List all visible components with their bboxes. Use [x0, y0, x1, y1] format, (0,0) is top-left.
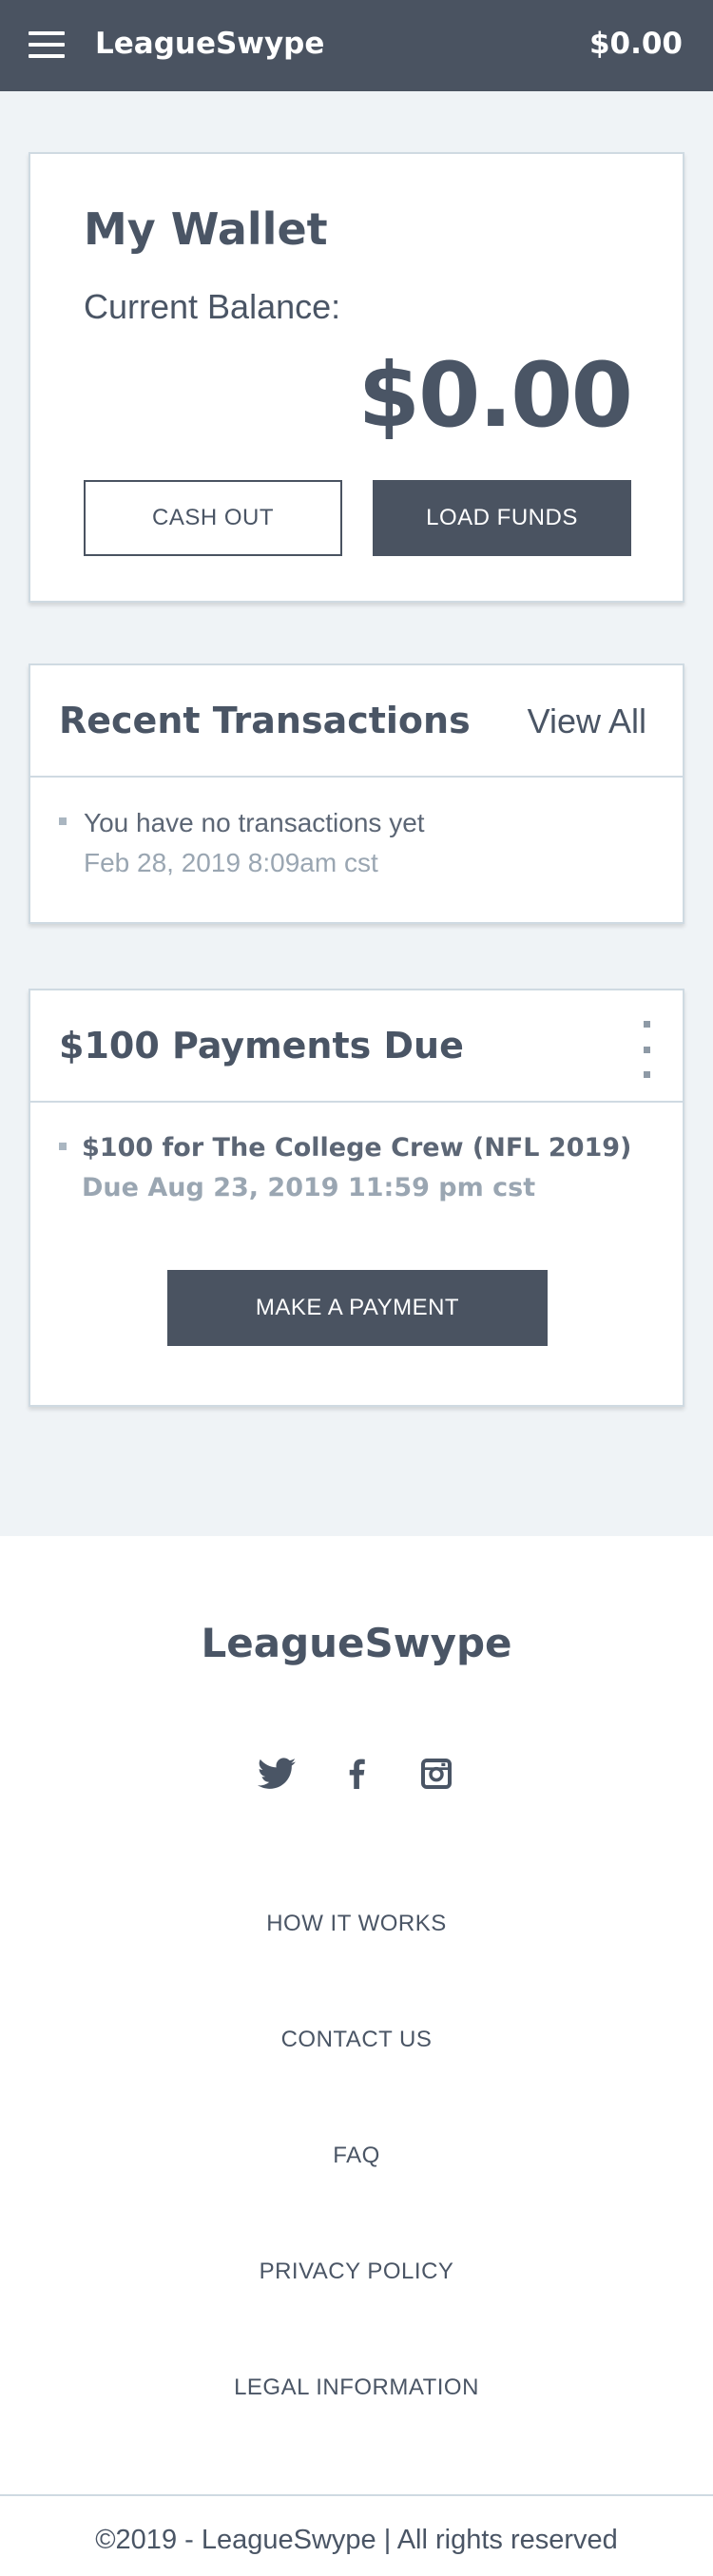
navbar-brand[interactable]: LeagueSwype — [95, 27, 324, 61]
footer-link-how-it-works[interactable]: HOW IT WORKS — [0, 1911, 713, 1937]
transactions-header: Recent Transactions View All — [30, 665, 683, 778]
payments-header: $100 Payments Due — [30, 990, 683, 1103]
more-options-icon[interactable] — [637, 1021, 656, 1078]
header-balance[interactable]: $0.00 — [589, 27, 683, 61]
social-links — [0, 1755, 713, 1793]
footer: LeagueSwype HOW IT WORKS CONTACT US FAQ … — [0, 1536, 713, 2576]
payments-title: $100 Payments Due — [59, 1025, 464, 1067]
footer-link-privacy-policy[interactable]: PRIVACY POLICY — [0, 2259, 713, 2285]
facebook-icon[interactable] — [336, 1755, 377, 1793]
footer-brand[interactable]: LeagueSwype — [0, 1620, 713, 1666]
view-all-link[interactable]: View All — [528, 702, 646, 741]
transaction-item-text: You have no transactions yet — [84, 808, 425, 837]
transactions-title: Recent Transactions — [59, 700, 471, 741]
footer-divider — [0, 2494, 713, 2496]
make-payment-button[interactable]: MAKE A PAYMENT — [167, 1270, 548, 1346]
wallet-title: My Wallet — [84, 203, 328, 255]
hamburger-menu-icon[interactable] — [29, 31, 65, 58]
balance-label: Current Balance: — [84, 287, 341, 326]
top-navbar: LeagueSwype $0.00 — [0, 0, 713, 91]
copyright-text: ©2019 - LeagueSwype | All rights reserve… — [95, 2525, 618, 2555]
payment-item-text: $100 for The College Crew (NFL 2019) — [82, 1133, 632, 1163]
payments-due-card: $100 Payments Due $100 for The College C… — [29, 989, 684, 1407]
list-bullet — [59, 817, 67, 825]
footer-link-contact-us[interactable]: CONTACT US — [0, 2027, 713, 2053]
balance-amount: $0.00 — [357, 344, 633, 448]
wallet-card: My Wallet Current Balance: $0.00 CASH OU… — [29, 152, 684, 603]
load-funds-button[interactable]: LOAD FUNDS — [373, 480, 631, 556]
recent-transactions-card: Recent Transactions View All You have no… — [29, 663, 684, 924]
transaction-item-timestamp: Feb 28, 2019 8:09am cst — [84, 848, 378, 877]
instagram-icon[interactable] — [415, 1755, 457, 1793]
cash-out-button[interactable]: CASH OUT — [84, 480, 342, 556]
footer-link-legal-information[interactable]: LEGAL INFORMATION — [0, 2374, 713, 2401]
footer-link-faq[interactable]: FAQ — [0, 2143, 713, 2169]
payment-item-due: Due Aug 23, 2019 11:59 pm cst — [82, 1173, 536, 1202]
list-bullet — [59, 1143, 67, 1150]
twitter-icon[interactable] — [256, 1755, 298, 1793]
